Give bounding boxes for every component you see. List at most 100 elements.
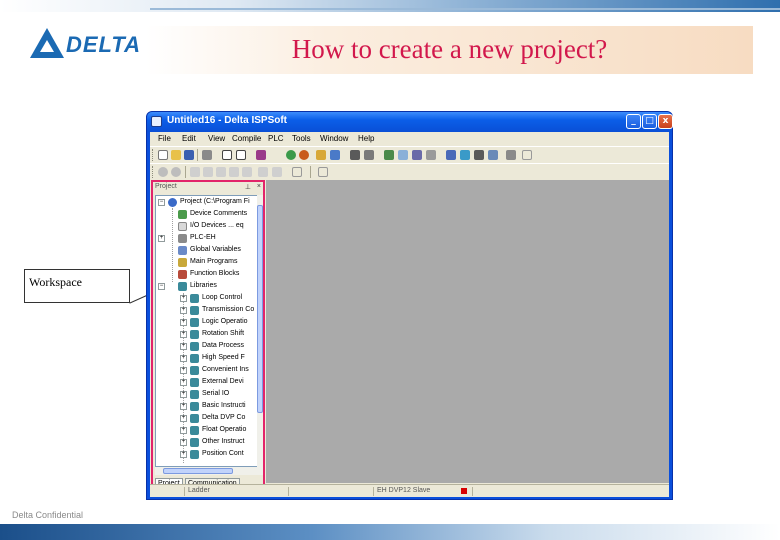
project-icon — [168, 198, 177, 207]
expand-toggle[interactable]: + — [180, 451, 187, 458]
app-icon[interactable] — [151, 116, 162, 127]
library-icon — [190, 402, 199, 411]
replace-icon[interactable] — [272, 167, 282, 177]
device-icon — [178, 210, 187, 219]
list-view-icon[interactable] — [236, 150, 246, 160]
slide-bottom-bar — [0, 524, 780, 540]
expand-toggle[interactable]: + — [180, 439, 187, 446]
expand-toggle[interactable]: + — [180, 343, 187, 350]
library-icon — [190, 450, 199, 459]
expand-toggle[interactable]: + — [180, 379, 187, 386]
workspace-callout: Workspace — [24, 269, 130, 303]
monitor-icon[interactable] — [384, 150, 394, 160]
back-icon[interactable] — [158, 167, 168, 177]
build-icon[interactable] — [256, 150, 266, 160]
save-icon[interactable] — [184, 150, 194, 160]
expand-toggle[interactable]: + — [180, 427, 187, 434]
pin-icon[interactable]: ⊥ — [245, 183, 251, 191]
offline-icon[interactable] — [426, 150, 436, 160]
toolbar-overflow-icon[interactable] — [292, 167, 302, 177]
expand-toggle[interactable]: + — [180, 319, 187, 326]
menu-file[interactable]: File — [158, 134, 171, 143]
scroll-thumb[interactable] — [163, 468, 233, 474]
library-icon — [190, 318, 199, 327]
toolbar-separator — [185, 166, 186, 178]
wizard-icon[interactable] — [460, 150, 470, 160]
upload-icon[interactable] — [350, 150, 360, 160]
open-folder-icon[interactable] — [171, 150, 181, 160]
status-empty — [288, 487, 373, 496]
library-icon — [190, 354, 199, 363]
menu-compile[interactable]: Compile — [232, 134, 261, 143]
stop-icon[interactable] — [299, 150, 309, 160]
close-button[interactable]: x — [658, 114, 673, 129]
tree-horizontal-scrollbar[interactable] — [155, 467, 263, 475]
io-icon — [178, 222, 187, 231]
undo-icon[interactable] — [229, 167, 239, 177]
forward-icon[interactable] — [171, 167, 181, 177]
delta-logo: DELTA — [30, 28, 140, 62]
transfer-icon[interactable] — [330, 150, 340, 160]
mdi-workspace-area[interactable] — [266, 180, 669, 483]
menu-window[interactable]: Window — [320, 134, 348, 143]
main-toolbar — [150, 146, 669, 163]
expand-toggle[interactable]: + — [180, 403, 187, 410]
expand-toggle[interactable]: + — [180, 307, 187, 314]
menu-plc[interactable]: PLC — [268, 134, 284, 143]
expand-toggle[interactable]: + — [180, 391, 187, 398]
library-icon — [190, 294, 199, 303]
status-bar: Ladder EH DVP12 Slave — [150, 484, 669, 497]
paste-icon[interactable] — [216, 167, 226, 177]
window-titlebar[interactable]: Untitled16 - Delta ISPSoft _ □ x — [147, 112, 673, 132]
download-icon[interactable] — [364, 150, 374, 160]
sort-icon[interactable] — [474, 150, 484, 160]
menu-help[interactable]: Help — [358, 134, 374, 143]
minimize-button[interactable]: _ — [626, 114, 641, 129]
library-icon — [190, 366, 199, 375]
window-view-icon[interactable] — [222, 150, 232, 160]
expand-toggle[interactable]: − — [158, 283, 165, 290]
slide-top-bar — [0, 0, 780, 12]
workspace-panel: Project ⊥ × − Project (C:\Program Fi Dev… — [151, 180, 265, 493]
close-panel-icon[interactable]: × — [257, 183, 261, 190]
device-icon[interactable] — [316, 150, 326, 160]
maximize-button[interactable]: □ — [642, 114, 657, 129]
print-icon[interactable] — [202, 150, 212, 160]
expand-toggle[interactable]: + — [180, 331, 187, 338]
logo-text: DELTA — [66, 32, 142, 57]
footer-confidential: Delta Confidential — [12, 510, 84, 520]
tree-vertical-scrollbar[interactable] — [257, 195, 263, 467]
compare-icon[interactable] — [398, 150, 408, 160]
plc-icon — [178, 234, 187, 243]
toolbar-overflow-icon[interactable] — [318, 167, 328, 177]
toolbar-separator — [310, 166, 311, 178]
run-icon[interactable] — [286, 150, 296, 160]
expand-toggle[interactable]: + — [180, 415, 187, 422]
expand-toggle[interactable]: − — [158, 199, 165, 206]
expand-toggle[interactable]: + — [158, 235, 165, 242]
project-tree: − Project (C:\Program Fi Device Comments… — [155, 195, 259, 467]
expand-toggle[interactable]: + — [180, 295, 187, 302]
tree-guide — [172, 208, 173, 282]
scroll-thumb[interactable] — [257, 205, 263, 413]
arrow-icon[interactable] — [506, 150, 516, 160]
copy-icon[interactable] — [203, 167, 213, 177]
toolbar-grip[interactable] — [152, 149, 155, 161]
programs-icon — [178, 258, 187, 267]
menu-tools[interactable]: Tools — [292, 134, 311, 143]
menu-edit[interactable]: Edit — [182, 134, 196, 143]
cut-icon[interactable] — [190, 167, 200, 177]
delta-triangle-icon — [30, 28, 64, 58]
new-file-icon[interactable] — [158, 150, 168, 160]
find-icon[interactable] — [258, 167, 268, 177]
status-info — [472, 487, 652, 496]
online-icon[interactable] — [412, 150, 422, 160]
toolbar-overflow-icon[interactable] — [522, 150, 532, 160]
edit-mode-icon[interactable] — [446, 150, 456, 160]
menu-view[interactable]: View — [208, 134, 225, 143]
expand-toggle[interactable]: + — [180, 367, 187, 374]
toolbar-grip[interactable] — [152, 166, 155, 178]
settings-icon[interactable] — [488, 150, 498, 160]
redo-icon[interactable] — [242, 167, 252, 177]
expand-toggle[interactable]: + — [180, 355, 187, 362]
